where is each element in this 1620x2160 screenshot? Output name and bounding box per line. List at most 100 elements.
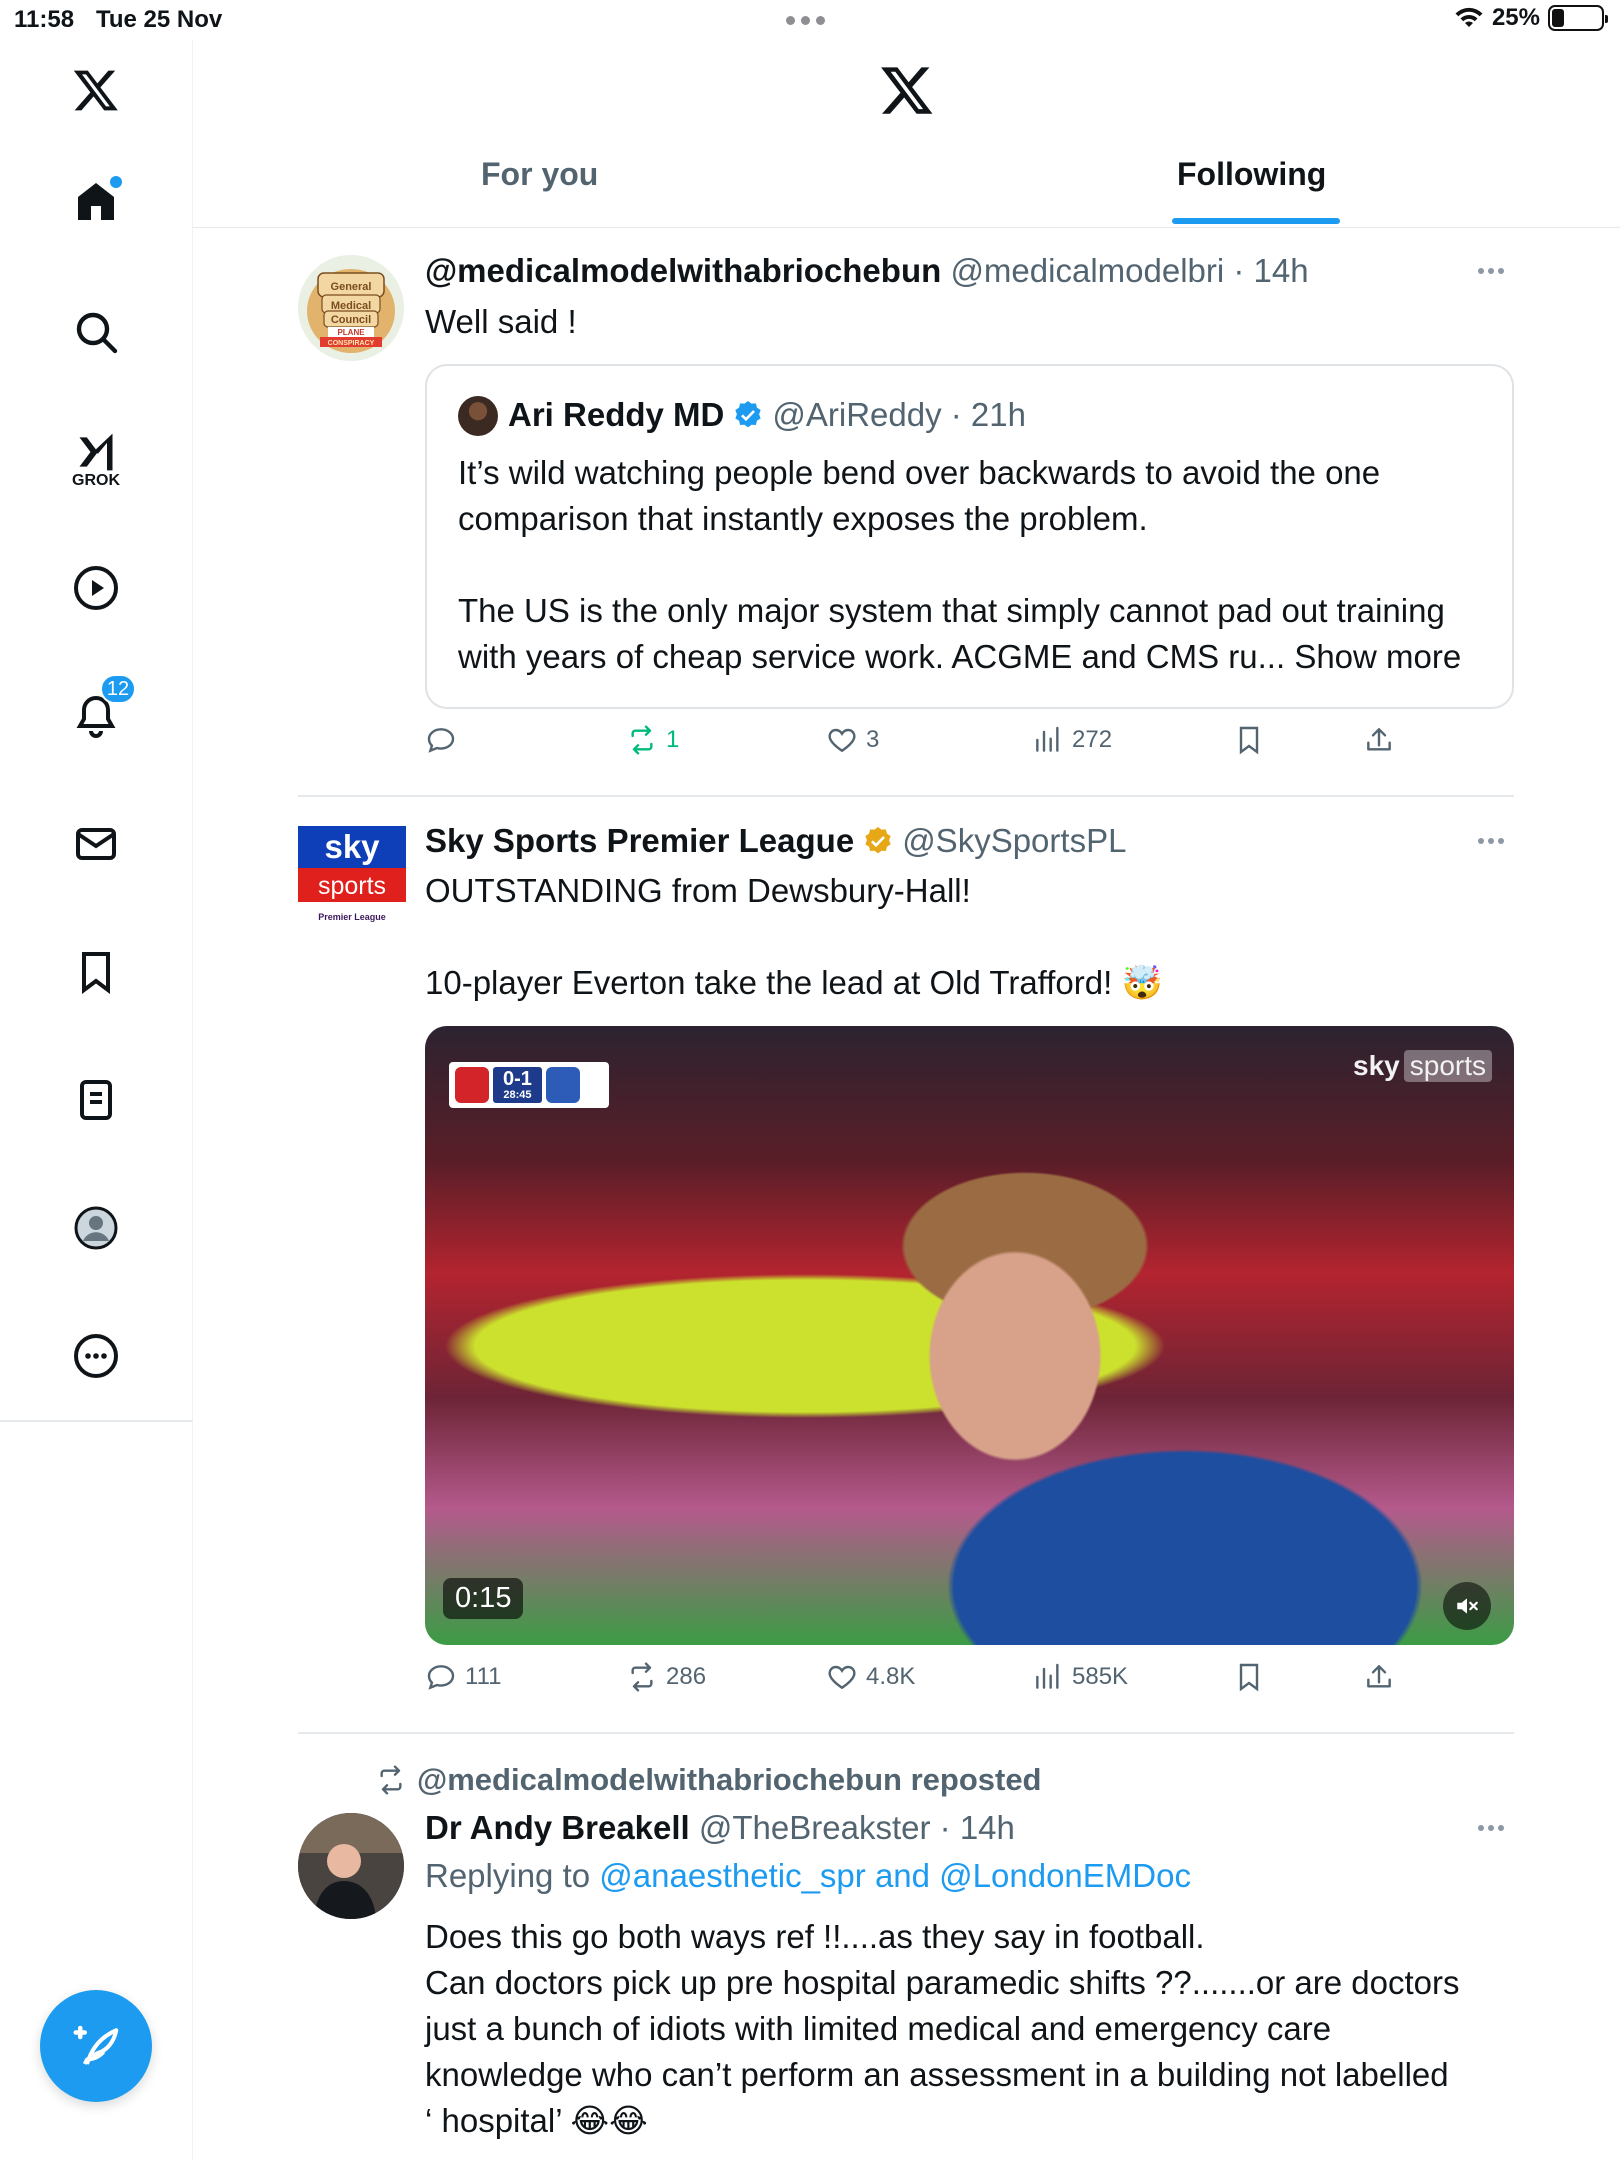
avatar-text-medical: Medical [331,300,371,312]
sidebar-item-lists[interactable] [60,1064,132,1136]
tweet-text-line-2: Can doctors pick up pre hospital paramed… [425,1964,1460,2001]
avatar-image [298,1813,404,1919]
grok-icon [79,433,113,471]
score-text: 0-1 [503,1068,532,1090]
analytics-icon [1036,1663,1059,1689]
like-button[interactable]: 3 [826,724,879,756]
share-button[interactable] [1363,724,1395,756]
like-button[interactable]: 4.8K [826,1661,915,1693]
tweet-text-line-2: 10-player Everton take the lead at Old T… [425,964,1163,1001]
tweet-actions: 1 3 272 [425,724,1525,770]
avatar-text-general: General [331,281,372,293]
repost-icon [380,1765,402,1795]
avatar[interactable] [298,1813,404,1919]
bookmark-button[interactable] [1233,724,1265,756]
replying-and: and [874,1857,930,1894]
bookmark-button[interactable] [1233,1661,1265,1693]
quote-author-handle: @AriReddy [772,396,942,433]
tweet-time[interactable]: 14h [1254,252,1309,289]
tab-following[interactable]: Following [1177,156,1326,193]
mention-link[interactable]: @anaesthetic_spr [599,1857,865,1894]
more-options-icon[interactable] [1478,838,1504,844]
sidebar-item-home[interactable] [60,166,132,238]
author-handle[interactable]: @SkySportsPL [902,822,1126,860]
heart-icon [828,728,856,753]
heart-icon [828,1665,856,1690]
reply-icon [427,1665,455,1690]
repost-count: 1 [666,726,680,753]
author-name[interactable]: @medicalmodelwithabriochebun [425,252,941,289]
sidebar-item-notifications[interactable]: 12 [60,674,136,752]
repost-indicator[interactable]: @medicalmodelwithabriochebun reposted [375,1762,1042,1798]
quote-avatar [458,396,498,436]
tweet-divider [298,795,1514,797]
watermark-sports: sports [1403,1050,1492,1082]
sidebar: GROK 12 [0,40,193,2160]
avatar-text-conspiracy: CONSPIRACY [328,340,375,347]
mute-toggle[interactable] [1443,1582,1491,1630]
sidebar-item-more[interactable] [60,1320,132,1392]
mail-icon [76,828,116,860]
avatar[interactable]: General Medical Council PLANE CONSPIRACY [298,255,404,361]
bookmark-icon [1239,726,1259,755]
status-date: Tue 25 Nov [96,6,223,33]
repost-button[interactable]: 1 [626,724,679,756]
tweet-header: @medicalmodelwithabriochebun @medicalmod… [425,252,1309,289]
play-circle-icon [74,566,118,610]
tweet-text-line-5: ‘ hospital’ 😂😂 [425,2102,648,2139]
list-icon [80,1080,112,1120]
views-button[interactable]: 272 [1032,724,1112,756]
show-more-link[interactable]: Show more [1294,638,1461,675]
quote-text: It’s wild watching people bend over back… [458,450,1498,680]
sidebar-item-profile[interactable] [60,1192,132,1264]
status-bar: 11:58 Tue 25 Nov 25% [0,0,1620,40]
unread-dot [110,176,122,188]
tweet-text: Does this go both ways ref !!....as they… [425,1914,1525,2144]
tab-for-you[interactable]: For you [481,156,598,193]
author-name[interactable]: Sky Sports Premier League [425,822,854,860]
grok-label: GROK [72,472,120,489]
mention-link[interactable]: @LondonEMDoc [939,1857,1191,1894]
author-handle[interactable]: @TheBreakster [699,1809,931,1846]
muted-speaker-icon [1457,1598,1478,1614]
sidebar-item-grok[interactable]: GROK [60,424,132,496]
everton-crest-icon [545,1067,580,1103]
reply-button[interactable]: 111 [425,1661,501,1693]
sidebar-item-search[interactable] [60,296,132,368]
video-player[interactable]: 0-1 28:45 sky sports 0:15 [425,1026,1514,1645]
tweet-time[interactable]: 14h [960,1809,1015,1846]
more-options-icon[interactable] [1478,268,1504,274]
share-button[interactable] [1363,1661,1395,1693]
author-handle[interactable]: @medicalmodelbri [950,252,1224,289]
repost-label: @medicalmodelwithabriochebun reposted [417,1762,1042,1797]
quoted-tweet[interactable]: Ari Reddy MD @AriReddy · 21h It’s wild w… [425,364,1514,709]
reply-button[interactable] [425,724,465,756]
share-icon [1367,1665,1391,1688]
views-button[interactable]: 585K [1032,1661,1128,1693]
x-logo-icon[interactable] [60,54,132,126]
quote-time: 21h [970,396,1026,433]
sidebar-item-video[interactable] [60,552,132,624]
score-overlay: 0-1 28:45 [449,1062,609,1108]
analytics-icon [1036,726,1059,752]
x-logo-icon[interactable] [879,62,935,118]
author-name[interactable]: Dr Andy Breakell [425,1809,690,1846]
quote-author-name: Ari Reddy MD [508,396,725,433]
sidebar-item-bookmarks[interactable] [60,936,132,1008]
sidebar-item-messages[interactable] [60,808,132,880]
notification-badge: 12 [100,674,136,704]
view-count: 272 [1072,726,1113,753]
premier-league-text: Premier League [318,912,386,922]
avatar[interactable]: sky sports Premier League [298,826,406,926]
quote-paragraph-1: It’s wild watching people bend over back… [458,454,1381,537]
profile-avatar-icon [74,1206,118,1250]
tweet-header: Dr Andy Breakell @TheBreakster · 14h [425,1809,1015,1846]
repost-button[interactable]: 286 [626,1661,706,1693]
compose-button[interactable] [40,1990,152,2102]
more-options-icon[interactable] [1478,1825,1504,1831]
reply-count: 111 [465,1663,502,1690]
tweet-text-line-4: knowledge who can’t perform an assessmen… [425,2056,1449,2093]
repost-icon [631,1662,653,1692]
compose-icon [73,2025,119,2065]
multitasking-dots-icon[interactable] [786,16,825,25]
